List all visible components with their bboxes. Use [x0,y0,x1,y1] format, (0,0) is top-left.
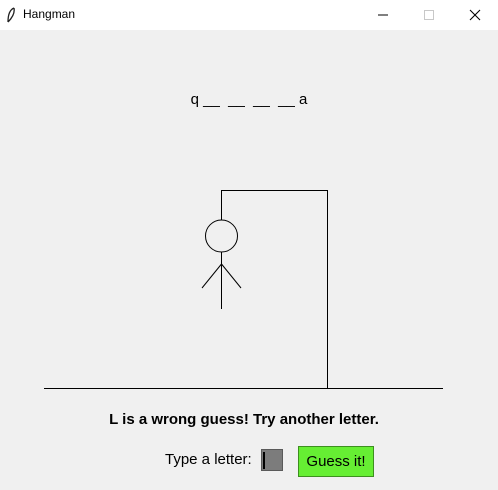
hangman-left-arm [201,263,222,289]
status-message: L is a wrong guess! Try another letter. [109,411,379,428]
hangman-head [205,219,238,253]
letter-prompt-label: Type a letter: [165,451,252,468]
text-caret [263,452,265,469]
guess-button[interactable]: Guess it! [298,446,374,477]
hangman-right-arm [221,263,242,289]
